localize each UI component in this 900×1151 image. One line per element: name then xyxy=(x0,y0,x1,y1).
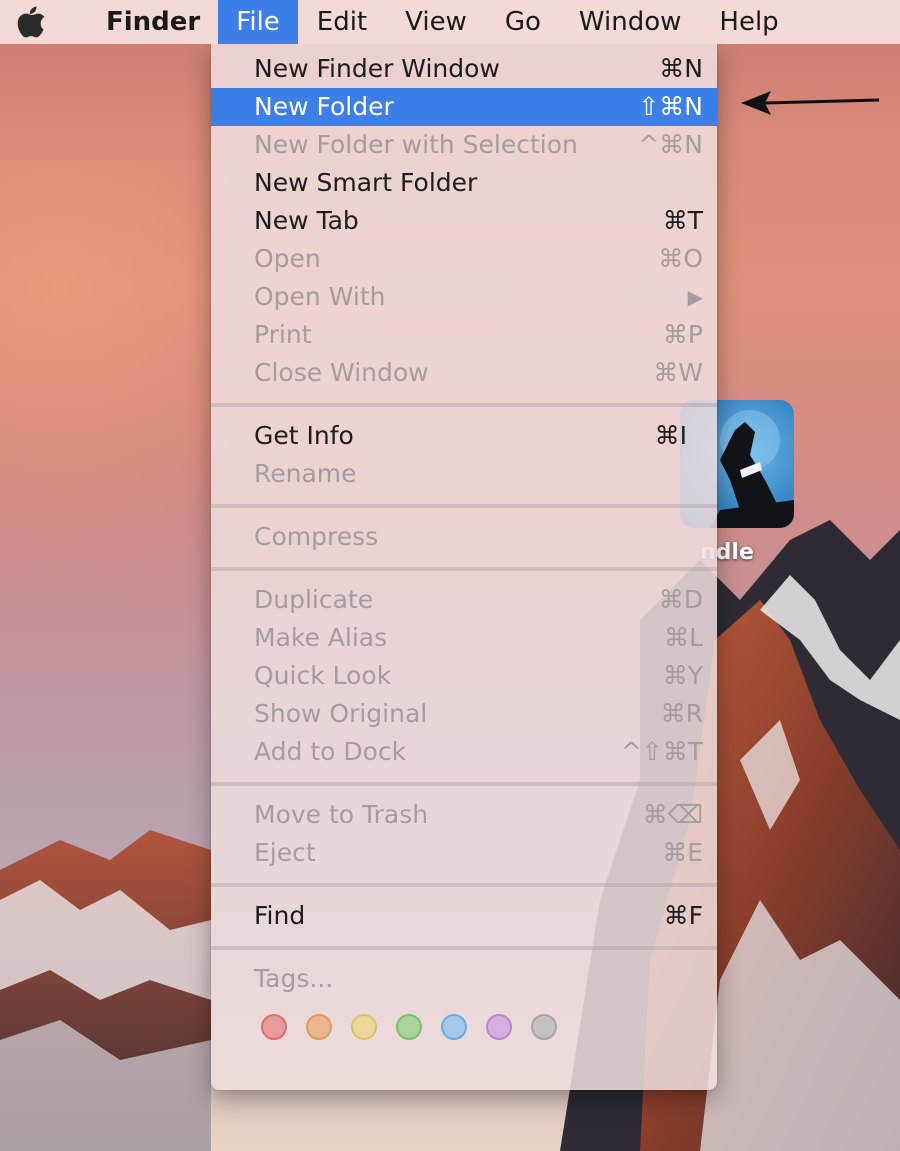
menu-item-show-original: Show Original ⌘R xyxy=(211,695,717,733)
menu-item-label: Make Alias xyxy=(254,623,388,652)
menu-item-shortcut: ^⌘N xyxy=(638,130,703,159)
menu-item-label: New Finder Window xyxy=(254,54,500,83)
tag-blue-icon[interactable] xyxy=(441,1014,467,1040)
menu-item-shortcut: ⌘Y xyxy=(662,661,703,690)
menu-item-label: Tags... xyxy=(254,964,334,993)
tag-red-icon[interactable] xyxy=(261,1014,287,1040)
menu-separator xyxy=(211,946,717,950)
menu-item-shortcut: ⌘⌫ xyxy=(642,800,703,829)
menu-item-make-alias: Make Alias ⌘L xyxy=(211,619,717,657)
menu-item-new-smart-folder[interactable]: New Smart Folder xyxy=(211,164,717,202)
menu-item-label: Open xyxy=(254,244,321,273)
tag-green-icon[interactable] xyxy=(396,1014,422,1040)
menu-item-label: New Folder xyxy=(254,92,394,121)
menu-separator xyxy=(211,403,717,407)
menu-item-add-to-dock: Add to Dock ^⇧⌘T xyxy=(211,733,717,771)
menu-item-label: Quick Look xyxy=(254,661,392,690)
menu-item-new-folder-with-selection: New Folder with Selection ^⌘N xyxy=(211,126,717,164)
menu-separator xyxy=(211,504,717,508)
menu-separator xyxy=(211,567,717,571)
menu-item-new-finder-window[interactable]: New Finder Window ⌘N xyxy=(211,50,717,88)
menu-item-shortcut: ⌘I xyxy=(654,421,687,450)
menu-item-rename: Rename xyxy=(211,455,717,493)
menu-item-shortcut: ⌘O xyxy=(658,244,703,273)
menu-item-new-folder[interactable]: New Folder ⇧⌘N xyxy=(211,88,717,126)
menu-item-move-to-trash: Move to Trash ⌘⌫ xyxy=(211,796,717,834)
menu-separator xyxy=(211,782,717,786)
tag-color-row xyxy=(211,1014,717,1040)
menu-file[interactable]: File xyxy=(218,0,298,44)
menu-item-shortcut: ^⇧⌘T xyxy=(620,737,703,766)
file-dropdown-menu: New Finder Window ⌘N New Folder ⇧⌘N New Fo… xyxy=(211,44,717,1090)
menu-item-shortcut: ⇧⌘N xyxy=(638,92,703,121)
tag-purple-icon[interactable] xyxy=(486,1014,512,1040)
menu-item-compress: Compress xyxy=(211,518,717,556)
menu-view[interactable]: View xyxy=(386,0,486,44)
menu-item-shortcut: ⌘R xyxy=(660,699,703,728)
menu-item-label: Get Info xyxy=(254,421,354,450)
menu-item-shortcut: ⌘P xyxy=(662,320,703,349)
menu-item-shortcut: ⌘T xyxy=(662,206,703,235)
menu-item-new-tab[interactable]: New Tab ⌘T xyxy=(211,202,717,240)
menu-item-shortcut: ⌘W xyxy=(653,358,703,387)
menu-item-eject: Eject ⌘E xyxy=(211,834,717,872)
menu-item-label: Add to Dock xyxy=(254,737,407,766)
menu-item-shortcut: ⌘N xyxy=(659,54,703,83)
menu-item-label: Duplicate xyxy=(254,585,374,614)
menu-item-shortcut: ⌘L xyxy=(664,623,703,652)
menu-item-label: Find xyxy=(254,901,306,930)
menu-item-open: Open ⌘O xyxy=(211,240,717,278)
menu-item-print: Print ⌘P xyxy=(211,316,717,354)
menu-item-label: Close Window xyxy=(254,358,429,387)
desktop: ndle Finder File Edit View Go Window Hel… xyxy=(0,0,900,1151)
menu-edit[interactable]: Edit xyxy=(298,0,386,44)
menu-item-label: Compress xyxy=(254,522,379,551)
menu-item-label: Print xyxy=(254,320,312,349)
tag-orange-icon[interactable] xyxy=(306,1014,332,1040)
tag-gray-icon[interactable] xyxy=(531,1014,557,1040)
menu-item-label: New Tab xyxy=(254,206,359,235)
menu-item-open-with: Open With ▶ xyxy=(211,278,717,316)
menu-window[interactable]: Window xyxy=(560,0,701,44)
menu-item-shortcut: ⌘E xyxy=(662,838,703,867)
menu-item-label: Rename xyxy=(254,459,357,488)
menu-item-label: New Smart Folder xyxy=(254,168,478,197)
menu-help[interactable]: Help xyxy=(700,0,797,44)
menu-item-find[interactable]: Find ⌘F xyxy=(211,897,717,935)
menu-item-close-window: Close Window ⌘W xyxy=(211,354,717,392)
menu-separator xyxy=(211,883,717,887)
menu-go[interactable]: Go xyxy=(486,0,560,44)
menu-item-label: Open With xyxy=(254,282,386,311)
menu-bar: Finder File Edit View Go Window Help xyxy=(0,0,900,44)
menu-item-get-info[interactable]: Get Info ⌘I xyxy=(211,417,717,455)
menu-item-shortcut: ⌘F xyxy=(663,901,703,930)
arrow-left-icon xyxy=(741,91,880,115)
menu-item-tags[interactable]: Tags... xyxy=(211,960,717,998)
submenu-arrow-icon: ▶ xyxy=(687,285,703,309)
apple-logo-icon[interactable] xyxy=(0,0,62,44)
menu-finder[interactable]: Finder xyxy=(62,0,218,44)
menu-item-label: Show Original xyxy=(254,699,428,728)
menu-item-label: Move to Trash xyxy=(254,800,429,829)
tag-yellow-icon[interactable] xyxy=(351,1014,377,1040)
menu-item-quick-look: Quick Look ⌘Y xyxy=(211,657,717,695)
menu-item-duplicate: Duplicate ⌘D xyxy=(211,581,717,619)
menu-item-shortcut: ⌘D xyxy=(658,585,703,614)
menu-item-label: New Folder with Selection xyxy=(254,130,578,159)
menu-item-label: Eject xyxy=(254,838,316,867)
